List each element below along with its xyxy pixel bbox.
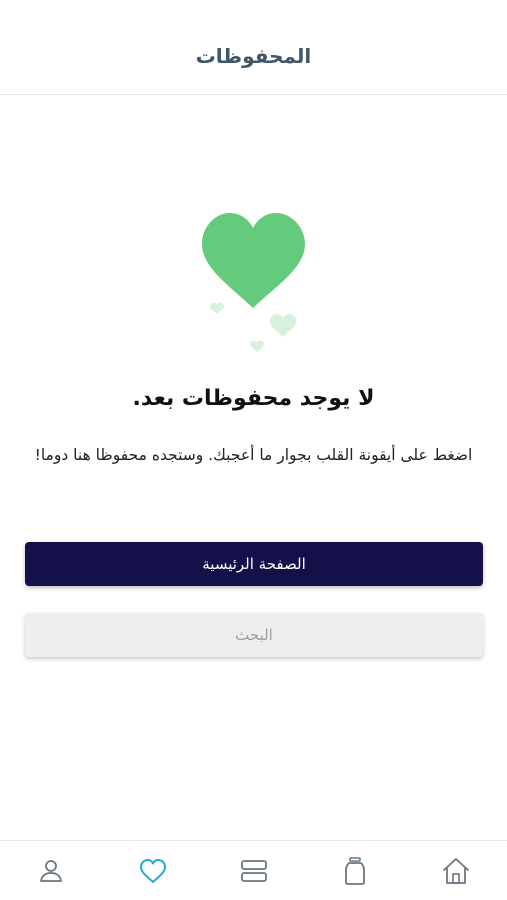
tiny-heart-icon-2 bbox=[250, 340, 264, 352]
page-title: المحفوظات bbox=[195, 44, 312, 68]
top-app-bar: المحفوظات bbox=[0, 0, 507, 95]
profile-icon bbox=[40, 860, 62, 882]
tab-profile[interactable] bbox=[33, 853, 69, 889]
tiny-heart-icon bbox=[210, 302, 224, 314]
empty-state-description: اضغط على أيقونة القلب بجوار ما أعجبك. وس… bbox=[34, 446, 473, 464]
tab-jar[interactable] bbox=[337, 853, 373, 889]
heart-icon bbox=[140, 859, 166, 883]
empty-state-title: لا يوجد محفوظات بعد. bbox=[132, 386, 375, 411]
tab-home[interactable] bbox=[438, 853, 474, 889]
bottom-tab-bar bbox=[0, 840, 507, 900]
search-button[interactable]: البحث bbox=[25, 613, 483, 657]
small-heart-icon bbox=[270, 314, 296, 337]
large-heart-icon bbox=[202, 213, 305, 308]
home-page-button[interactable]: الصفحة الرئيسية bbox=[25, 542, 483, 586]
list-icon bbox=[241, 860, 267, 882]
home-icon bbox=[443, 858, 469, 884]
hearts-illustration bbox=[190, 200, 320, 360]
tab-list[interactable] bbox=[236, 853, 272, 889]
tab-favorites[interactable] bbox=[135, 853, 171, 889]
jar-icon bbox=[345, 857, 365, 885]
